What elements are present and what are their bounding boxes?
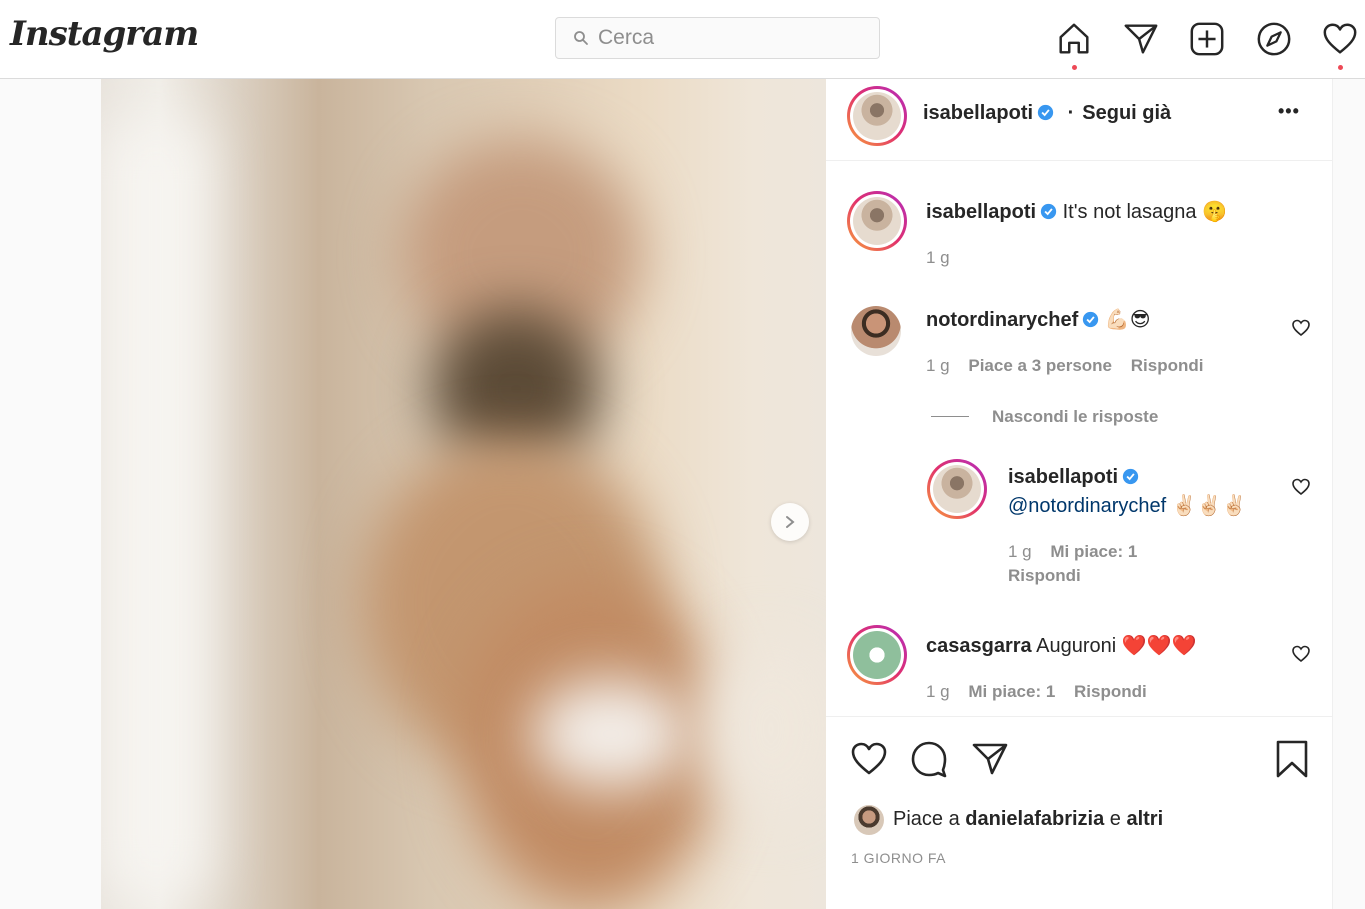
chevron-right-icon	[786, 516, 795, 528]
comment-likes[interactable]: Piace a 3 persone	[968, 356, 1112, 375]
bookmark-icon[interactable]	[1272, 739, 1312, 779]
search-input[interactable]	[598, 26, 858, 50]
share-icon[interactable]	[970, 739, 1010, 779]
more-options-icon[interactable]: •••	[1278, 101, 1300, 122]
like-comment-heart-icon[interactable]	[1291, 644, 1311, 664]
reply-likes[interactable]: Mi piace: 1	[1050, 542, 1137, 561]
reply-reply-button[interactable]: Rispondi	[1008, 566, 1081, 586]
comment-time: 1 g	[926, 682, 950, 701]
comment-likes[interactable]: Mi piace: 1	[968, 682, 1055, 701]
mention-link[interactable]: @notordinarychef	[1008, 495, 1166, 517]
post-header: isabellapoti · Segui già •••	[826, 79, 1333, 161]
comment-username[interactable]: notordinarychef	[926, 309, 1078, 331]
reply-avatar[interactable]	[927, 459, 987, 519]
reply-button[interactable]: Rispondi	[1074, 682, 1147, 701]
new-post-icon[interactable]	[1188, 20, 1226, 58]
like-comment-heart-icon[interactable]	[1291, 318, 1311, 338]
reply-author-row: isabellapoti	[1008, 466, 1139, 489]
post-photo[interactable]	[101, 79, 826, 909]
post-detail-panel: isabellapoti · Segui già ••• isabellapoti…	[826, 79, 1333, 909]
verified-badge-icon	[1040, 203, 1057, 220]
comment-bubble-icon[interactable]	[909, 739, 949, 779]
comment-text: Auguroni ❤️❤️❤️	[1036, 635, 1197, 657]
home-notification-dot	[1072, 65, 1077, 70]
post-author-username[interactable]: isabellapoti	[923, 102, 1033, 124]
follow-status-button[interactable]: Segui già	[1082, 102, 1171, 124]
direct-icon[interactable]	[1122, 20, 1160, 58]
like-heart-icon[interactable]	[849, 739, 889, 779]
casasgarra-avatar[interactable]	[847, 625, 907, 685]
caption-row: isabellapoti It's not lasagna 🤫	[926, 199, 1227, 224]
instagram-logo[interactable]: Instagram	[10, 14, 199, 54]
hide-replies-button[interactable]: Nascondi le risposte	[992, 407, 1158, 427]
likes-and: e	[1109, 808, 1121, 830]
comment-row: notordinarychef 💪🏻😎	[926, 307, 1151, 332]
comment-meta: 1 g Piace a 3 persone Rispondi	[926, 356, 1203, 376]
reply-time: 1 g	[1008, 542, 1032, 561]
post-author-row: isabellapoti · Segui già	[923, 102, 1171, 125]
verified-badge-icon	[1083, 311, 1099, 328]
verified-badge-icon	[1037, 104, 1054, 121]
activity-heart-icon[interactable]	[1321, 20, 1359, 58]
commenter-avatar[interactable]	[851, 306, 901, 356]
comment-row: casasgarra Auguroni ❤️❤️❤️	[926, 633, 1196, 658]
likes-summary: Piace a danielafabrizia e altri	[893, 808, 1163, 831]
comment-time: 1 g	[926, 356, 950, 375]
explore-icon[interactable]	[1255, 20, 1293, 58]
comment-username[interactable]: casasgarra	[926, 635, 1032, 657]
caption-text: It's not lasagna 🤫	[1062, 201, 1227, 223]
reply-username[interactable]: isabellapoti	[1008, 466, 1118, 488]
post-date: 1 GIORNO FA	[851, 850, 946, 866]
like-reply-heart-icon[interactable]	[1291, 477, 1311, 497]
activity-notification-dot	[1338, 65, 1343, 70]
caption-username[interactable]: isabellapoti	[926, 201, 1036, 223]
comment-meta: 1 g Mi piace: 1 Rispondi	[926, 682, 1147, 702]
caption-time: 1 g	[926, 248, 950, 267]
reply-meta: 1 g Mi piace: 1	[1008, 542, 1137, 562]
liker-avatar[interactable]	[854, 805, 884, 835]
reply-text: ✌🏻✌🏻✌🏻	[1171, 495, 1247, 517]
caption-avatar[interactable]	[847, 191, 907, 251]
likes-others-link[interactable]: altri	[1126, 808, 1163, 830]
verified-badge-icon	[1122, 468, 1139, 485]
reply-text-row: @notordinarychef ✌🏻✌🏻✌🏻	[1008, 493, 1246, 518]
search-box[interactable]	[555, 17, 880, 59]
likes-prefix: Piace a	[893, 808, 960, 830]
search-icon	[574, 31, 588, 45]
comment-text: 💪🏻😎	[1104, 309, 1151, 331]
author-avatar[interactable]	[847, 86, 907, 146]
reply-button[interactable]: Rispondi	[1131, 356, 1204, 375]
post-actions: Piace a danielafabrizia e altri 1 GIORNO…	[826, 716, 1333, 909]
home-icon[interactable]	[1055, 20, 1093, 58]
separator-dot: ·	[1067, 102, 1075, 124]
next-image-button[interactable]	[771, 503, 809, 541]
replies-divider	[931, 416, 969, 417]
top-navigation-bar: Instagram	[0, 0, 1365, 79]
liked-by-username[interactable]: danielafabrizia	[965, 808, 1104, 830]
